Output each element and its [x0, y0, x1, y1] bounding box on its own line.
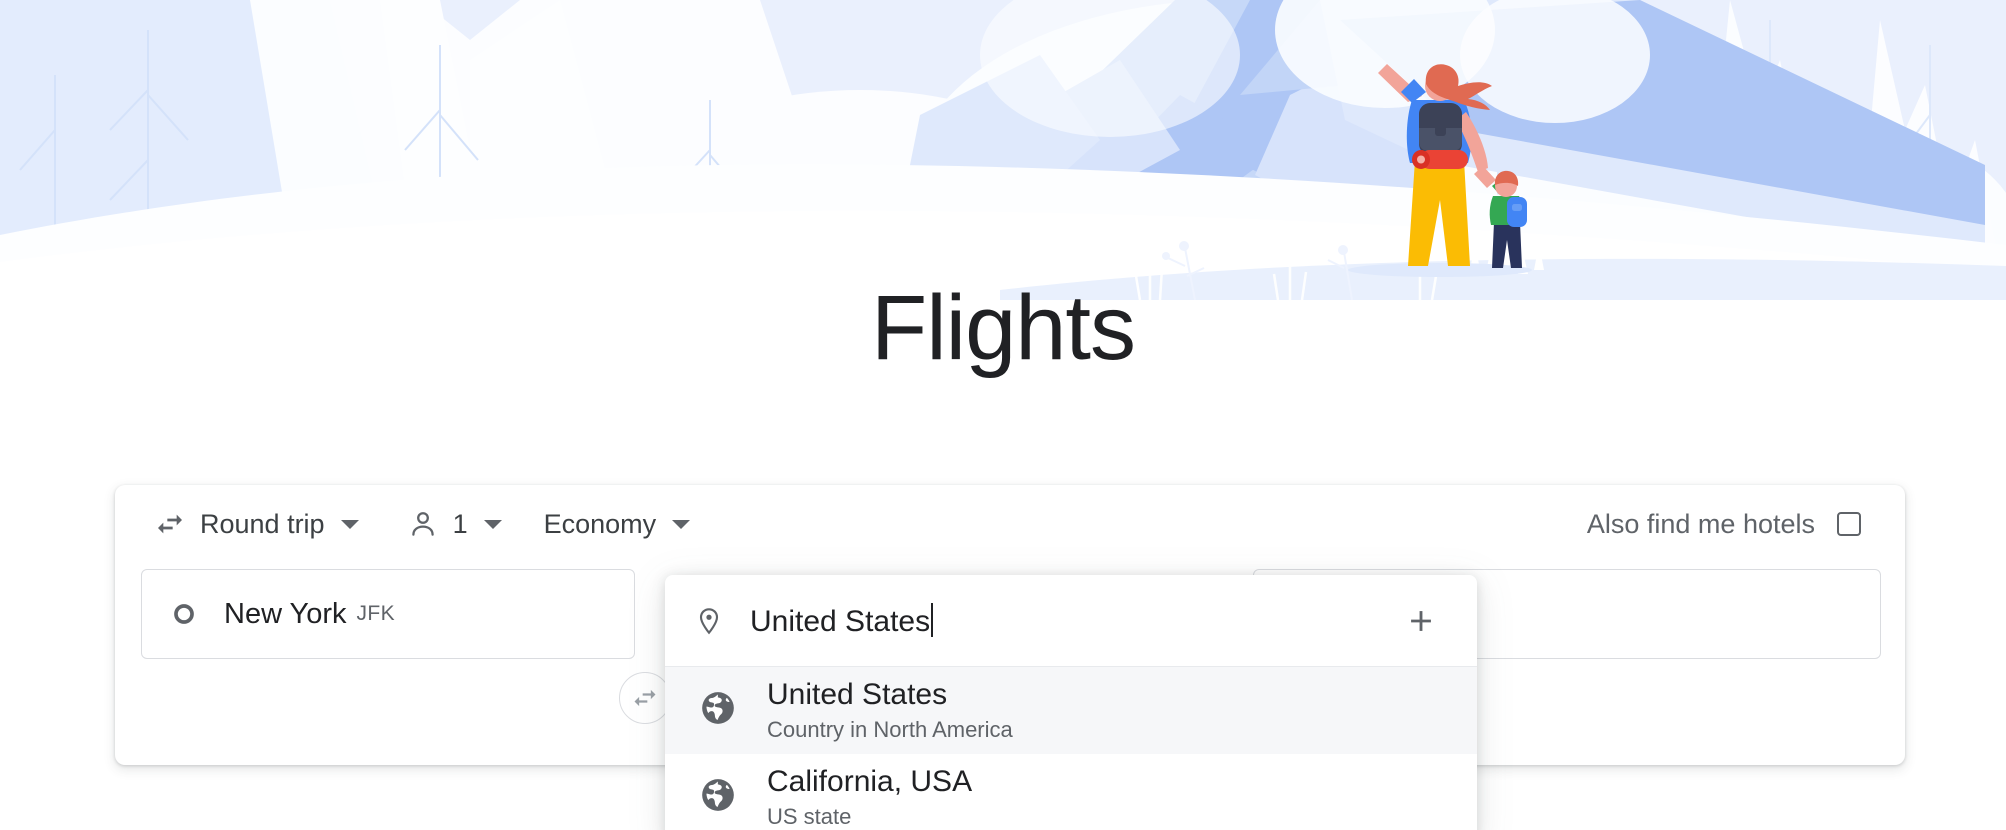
suggestion-item[interactable]: California, USA US state [665, 754, 1477, 830]
origin-airport-code: JFK [356, 602, 396, 625]
flights-search-page: Flights Round trip 1 Economy Also find m… [0, 0, 2006, 830]
search-options-row: Round trip 1 Economy Also find me hotels [115, 485, 1905, 563]
trip-type-dropdown[interactable]: Round trip [144, 499, 369, 549]
chevron-down-icon [483, 519, 502, 529]
cabin-class-label: Economy [543, 508, 657, 539]
chevron-down-icon [672, 519, 691, 529]
passengers-dropdown[interactable]: 1 [397, 499, 512, 549]
suggestion-text: California, USA US state [767, 765, 972, 830]
swap-arrows-icon [634, 689, 656, 707]
suggestion-item[interactable]: United States Country in North America [665, 667, 1477, 754]
destination-suggestions-list: United States Country in North America C… [665, 667, 1477, 830]
suggestion-subtitle: US state [767, 804, 852, 830]
hero-illustration [0, 0, 2006, 300]
swap-origin-destination-button[interactable] [619, 672, 671, 724]
suggestion-text: United States Country in North America [767, 678, 1013, 744]
origin-input[interactable]: New York JFK [141, 569, 635, 659]
also-find-hotels-toggle[interactable]: Also find me hotels [1577, 501, 1871, 548]
also-find-hotels-label: Also find me hotels [1586, 508, 1815, 539]
destination-value: United States [750, 602, 934, 639]
circle-outline-icon [171, 601, 197, 627]
origin-city: New York [224, 597, 347, 630]
suggestion-subtitle: Country in North America [767, 717, 1013, 743]
destination-search-overlay: United States United States Country in N… [665, 575, 1477, 830]
also-find-hotels-checkbox[interactable] [1837, 512, 1861, 536]
passenger-count: 1 [452, 508, 468, 539]
cabin-class-dropdown[interactable]: Economy [534, 499, 701, 549]
destination-text: United States [750, 604, 931, 638]
text-cursor [931, 602, 934, 637]
chevron-down-icon [340, 519, 359, 529]
globe-icon [699, 689, 737, 732]
page-title: Flights [871, 277, 1136, 379]
suggestion-title: United States [767, 677, 948, 711]
add-destination-button[interactable] [1395, 595, 1447, 647]
plus-icon [1411, 610, 1431, 631]
globe-icon [699, 776, 737, 819]
swap-horizontal-icon [154, 508, 186, 540]
location-pin-icon [694, 606, 724, 636]
destination-input[interactable]: United States [665, 575, 1477, 667]
trip-type-label: Round trip [200, 508, 325, 539]
person-icon [407, 508, 439, 540]
suggestion-title: California, USA [767, 764, 973, 798]
